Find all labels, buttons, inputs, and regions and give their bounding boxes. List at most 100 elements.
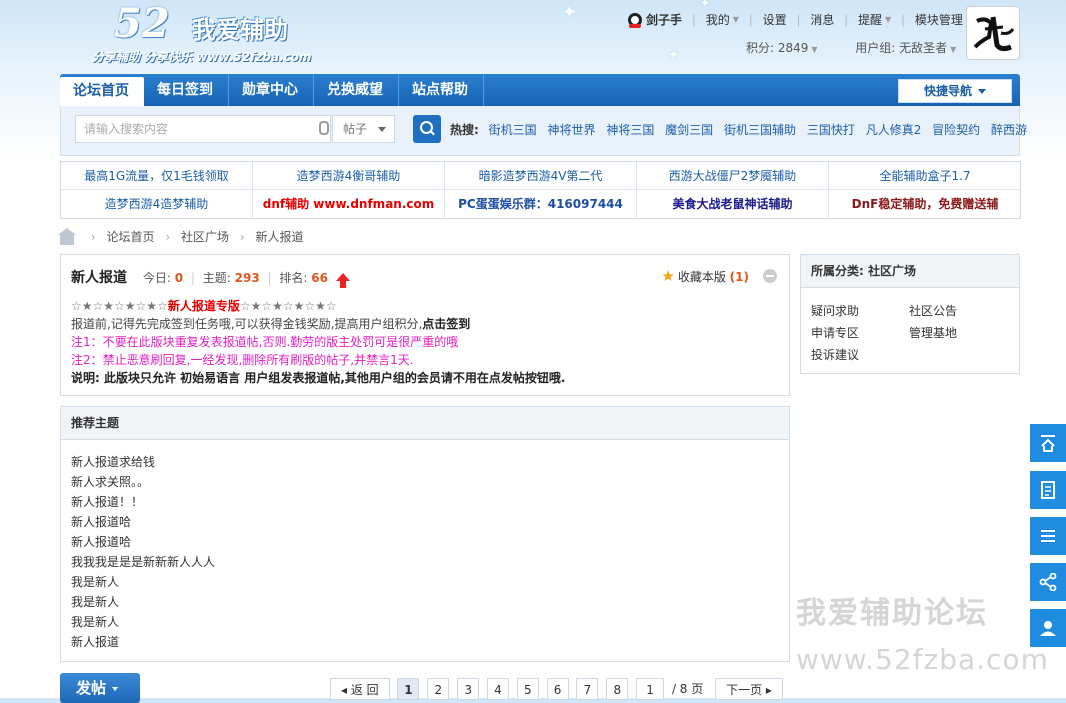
recommended-title: 推荐主题 [61, 407, 789, 440]
topic-link[interactable]: 我是新人 [71, 612, 215, 632]
points-link[interactable]: 积分: 2849 ▼ [746, 41, 818, 55]
main-nav: 论坛首页 每日签到 勋章中心 兑换威望 站点帮助 快捷导航 [60, 74, 1020, 106]
forum-header: 新人报道 今日: 0 | 主题: 293 | 排名: 66 [71, 267, 350, 288]
page-jump-input[interactable]: 1 [636, 678, 665, 700]
hot-link[interactable]: 神将世界 [547, 123, 595, 137]
pagination: ◂ 返 回 1 2 3 4 5 6 7 8 1 / 8 页 下一页 ▸ [330, 678, 787, 702]
menu-tool-button[interactable] [1030, 517, 1066, 555]
hot-link[interactable]: 街机三国辅助 [724, 123, 796, 137]
page-link[interactable]: 6 [546, 678, 569, 700]
tab-site-help[interactable]: 站点帮助 [399, 74, 484, 106]
ad-link[interactable]: 造梦西游4造梦辅助 [61, 190, 253, 218]
tab-medal-center[interactable]: 勋章中心 [229, 74, 314, 106]
ad-link[interactable]: 造梦西游4衡哥辅助 [253, 162, 445, 190]
topic-link[interactable]: 新人报道哈 [71, 512, 215, 532]
search-type-select[interactable]: 帖子 [332, 115, 395, 143]
forum-info-box: 新人报道 今日: 0 | 主题: 293 | 排名: 66 ★ 收藏本版 (1) … [60, 254, 790, 396]
rank-value: 66 [311, 271, 328, 285]
avatar[interactable] [966, 6, 1020, 60]
chevron-down-icon: ▼ [885, 15, 892, 24]
hot-link[interactable]: 神将三国 [606, 123, 654, 137]
ad-link[interactable]: DnF稳定辅助，免费赠送辅 [829, 190, 1021, 218]
next-page-button[interactable]: 下一页 ▸ [715, 678, 783, 700]
page-link[interactable]: 2 [427, 678, 450, 700]
collapse-icon[interactable] [763, 269, 777, 283]
nav-my[interactable]: 我的 ▼ [706, 11, 739, 28]
topic-link[interactable]: 新人报道求给钱 [71, 452, 215, 472]
site-logo[interactable]: 52 我爱辅助 分享辅助 分享快乐 www.52fzba.com [92, 0, 342, 70]
category-link[interactable]: 管理基地 [909, 322, 1007, 344]
chevron-down-icon: ▼ [811, 45, 818, 54]
hot-link[interactable]: 魔剑三国 [665, 123, 713, 137]
ad-link[interactable]: PC蛋蛋娱乐群：416097444 [445, 190, 637, 218]
topic-link[interactable]: 我是新人 [71, 572, 215, 592]
new-post-button[interactable]: 发帖 [60, 673, 140, 703]
nav-settings[interactable]: 设置 [763, 11, 787, 28]
hot-link[interactable]: 凡人修真2 [866, 123, 922, 137]
microphone-icon[interactable] [319, 121, 329, 135]
recommended-topics: 推荐主题 新人报道求给钱 新人求关照。。 新人报道！！ 新人报道哈 新人报道哈 … [60, 406, 790, 662]
rank-up-arrow-icon [335, 272, 350, 288]
quick-nav-button[interactable]: 快捷导航 [898, 79, 1012, 103]
hot-link[interactable]: 冒险契约 [932, 123, 980, 137]
nav-messages[interactable]: 消息 [810, 11, 834, 28]
page-link[interactable]: 4 [486, 678, 509, 700]
logo-tagline: 分享辅助 分享快乐 www.52fzba.com [92, 50, 312, 64]
usergroup-link[interactable]: 用户组: 无敌圣者 ▼ [855, 41, 956, 55]
nav-module-manage[interactable]: 模块管理 [915, 11, 963, 28]
home-icon[interactable] [58, 227, 76, 245]
logo-name: 我爱辅助 [192, 16, 288, 44]
search-input[interactable]: 请输入搜索内容 [75, 115, 331, 143]
ad-link[interactable]: 全能辅助盒子1.7 [829, 162, 1021, 190]
document-tool-button[interactable] [1030, 471, 1066, 509]
page-link[interactable]: 5 [516, 678, 539, 700]
favorite-count: (1) [729, 270, 749, 284]
tab-forum-home[interactable]: 论坛首页 [60, 77, 144, 106]
page-link[interactable]: 3 [457, 678, 480, 700]
chevron-right-icon: › [239, 230, 245, 244]
hot-label: 热搜: [450, 123, 479, 137]
ad-link[interactable]: 西游大战僵尸2梦魇辅助 [637, 162, 829, 190]
ad-link[interactable]: 美食大战老鼠神话辅助 [637, 190, 829, 218]
breadcrumb-link[interactable]: 社区广场 [181, 230, 229, 244]
topic-link[interactable]: 新人报道 [71, 632, 215, 652]
topic-link[interactable]: 新人求关照。。 [71, 472, 215, 492]
page-link-current[interactable]: 1 [397, 678, 420, 700]
hot-searches: 热搜: 街机三国 神将世界 神将三国 魔剑三国 街机三国辅助 三国快打 凡人修真… [450, 121, 1034, 138]
breadcrumb-current: 新人报道 [255, 230, 304, 244]
nav-reminders[interactable]: 提醒 ▼ [858, 11, 891, 28]
page-link[interactable]: 7 [576, 678, 599, 700]
topic-link[interactable]: 我我我是是是新新新人人人 [71, 552, 215, 572]
chevron-down-icon [378, 127, 386, 132]
user-tool-button[interactable] [1030, 609, 1066, 647]
share-tool-button[interactable] [1030, 563, 1066, 601]
category-link[interactable]: 申请专区 [811, 322, 909, 344]
checkin-link[interactable]: 点击签到 [422, 317, 470, 331]
category-link[interactable]: 社区公告 [909, 300, 1007, 322]
back-button[interactable]: ◂ 返 回 [330, 678, 390, 700]
user-nav: 剑子手 | 我的▼ | 设置 | 消息 | 提醒▼ | 模块管理 | 退出 [628, 11, 1011, 28]
favorite-forum-button[interactable]: ★ 收藏本版 (1) [661, 267, 749, 285]
tab-daily-checkin[interactable]: 每日签到 [144, 74, 229, 106]
page-link[interactable]: 8 [606, 678, 629, 700]
search-button[interactable] [413, 115, 441, 143]
username-link[interactable]: 剑子手 [646, 11, 682, 28]
topic-link[interactable]: 新人报道哈 [71, 532, 215, 552]
ad-link[interactable]: dnf辅助 www.dnfman.com [253, 190, 445, 218]
category-link[interactable]: 疑问求助 [811, 300, 909, 322]
back-to-top-icon [1041, 435, 1055, 452]
topic-link[interactable]: 我是新人 [71, 592, 215, 612]
topic-link[interactable]: 新人报道！！ [71, 492, 215, 512]
breadcrumb-link[interactable]: 论坛首页 [106, 230, 154, 244]
tab-exchange-prestige[interactable]: 兑换威望 [314, 74, 399, 106]
hot-link[interactable]: 三国快打 [807, 123, 855, 137]
page-total: / 8 页 [671, 682, 704, 696]
hot-link[interactable]: 醉西游 [991, 123, 1027, 137]
back-to-top-button[interactable] [1030, 424, 1066, 462]
qq-icon [628, 12, 642, 28]
ad-link[interactable]: 最高1G流量，仅1毛钱领取 [61, 162, 253, 190]
category-link[interactable]: 投诉建议 [811, 344, 909, 366]
special-title: 新人报道专版 [167, 299, 240, 313]
ad-link[interactable]: 暗影造梦西游4V第二代 [445, 162, 637, 190]
hot-link[interactable]: 街机三国 [489, 123, 537, 137]
